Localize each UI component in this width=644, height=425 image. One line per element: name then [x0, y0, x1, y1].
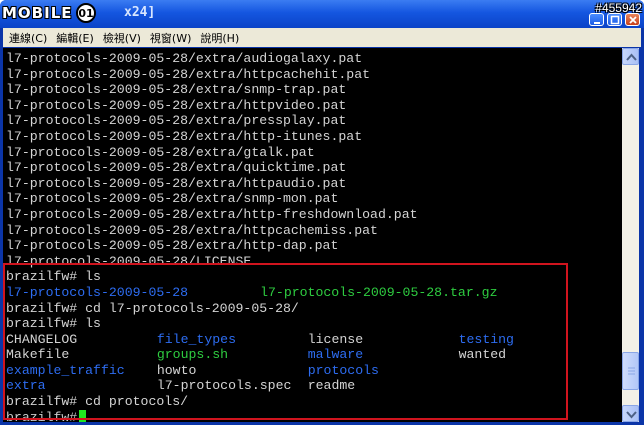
terminal-line-text: l7-protocols-2009-05-28/extra/gtalk.pat — [6, 144, 315, 160]
menu-connection[interactable]: 連線(C) — [9, 30, 47, 46]
arrow-up-icon — [626, 53, 637, 61]
terminal-line: l7-protocols-2009-05-28/extra/httpaudio.… — [6, 176, 622, 192]
terminal-line-text: brazilfw# ls — [6, 316, 101, 332]
terminal-line: brazilfw# ls — [6, 316, 622, 332]
terminal-line-text: brazilfw# ls — [6, 269, 101, 285]
terminal-line: Makefile groups.sh malware wanted — [6, 347, 622, 363]
logo-text: MOBILE — [2, 4, 73, 22]
terminal-lines: l7-protocols-2009-05-28/extra/audiogalax… — [6, 51, 622, 410]
terminal-line-text: l7-protocols-2009-05-28/extra/httpcacheh… — [6, 66, 371, 82]
terminal-line: l7-protocols-2009-05-28/extra/pressplay.… — [6, 113, 622, 129]
terminal-line: l7-protocols-2009-05-28/extra/http-dap.p… — [6, 238, 622, 254]
close-button[interactable] — [625, 13, 640, 26]
terminal-line-text: brazilfw# cd l7-protocols-2009-05-28/ — [6, 300, 299, 316]
terminal-line: l7-protocols-2009-05-28/extra/http-fresh… — [6, 207, 622, 223]
terminal-line-text: l7-protocols-2009-05-28/extra/snmp-trap.… — [6, 82, 347, 98]
terminal-column-entry: groups.sh — [156, 347, 229, 363]
window-controls — [589, 13, 640, 26]
terminal-line-text: l7-protocols-2009-05-28/extra/httpcachem… — [6, 222, 378, 238]
title-bar[interactable]: MOBILE 01 x24] #455942 — [0, 0, 644, 28]
scroll-thumb[interactable] — [622, 352, 639, 390]
minimize-icon — [594, 22, 600, 24]
terminal-line-text: l7-protocols-2009-05-28 — [6, 284, 189, 300]
terminal-column-entry: malware — [307, 347, 364, 363]
terminal-window: MOBILE 01 x24] #455942 連線(C) 編輯(E) 檢視(V)… — [0, 0, 644, 425]
terminal-column-entry: l7-protocols.spec — [156, 378, 292, 394]
terminal-line: brazilfw# ls — [6, 269, 622, 285]
terminal-column-entry: readme — [307, 378, 356, 394]
vertical-scrollbar[interactable] — [622, 48, 639, 422]
mobile01-logo: MOBILE 01 — [2, 1, 124, 25]
terminal-line: l7-protocols-2009-05-28/extra/http-itune… — [6, 129, 622, 145]
terminal-column-entry: file_types — [156, 331, 236, 347]
scroll-down-button[interactable] — [622, 405, 639, 422]
terminal-line: CHANGELOG file_types license testing — [6, 332, 622, 348]
terminal-line-text: Makefile — [6, 347, 70, 363]
menu-bar: 連線(C) 編輯(E) 檢視(V) 視窗(W) 說明(H) — [3, 28, 641, 47]
terminal-line-text: l7-protocols-2009-05-28/extra/httpaudio.… — [6, 175, 347, 191]
svg-text:01: 01 — [78, 7, 93, 20]
maximize-icon — [610, 15, 620, 25]
arrow-down-icon — [626, 411, 637, 419]
terminal-line: l7-protocols-2009-05-28/extra/snmp-mon.p… — [6, 191, 622, 207]
logo-mark-icon: 01 — [75, 3, 96, 23]
terminal-column-entry: protocols — [307, 362, 379, 378]
terminal-line-text: l7-protocols-2009-05-28/extra/pressplay.… — [6, 113, 347, 129]
terminal-line: l7-protocols-2009-05-28/LICENSE — [6, 254, 622, 270]
terminal-line: l7-protocols-2009-05-28/extra/quicktime.… — [6, 160, 622, 176]
terminal-line-text: l7-protocols-2009-05-28/extra/quicktime.… — [6, 160, 347, 176]
terminal-line-text: extra — [6, 378, 46, 394]
terminal-line-text: example_traffic — [6, 362, 125, 378]
terminal-line: l7-protocols-2009-05-28/extra/audiogalax… — [6, 51, 622, 67]
terminal-output[interactable]: l7-protocols-2009-05-28/extra/audiogalax… — [3, 48, 622, 422]
terminal-line-text: l7-protocols-2009-05-28/LICENSE — [6, 253, 252, 269]
grip-icon — [628, 367, 635, 375]
terminal-line: l7-protocols-2009-05-28 l7-protocols-2009… — [6, 285, 622, 301]
terminal-line: l7-protocols-2009-05-28/extra/gtalk.pat — [6, 145, 622, 161]
scroll-up-button[interactable] — [622, 48, 639, 65]
terminal-line-text: l7-protocols-2009-05-28/extra/audiogalax… — [6, 51, 363, 66]
terminal-prompt: brazilfw# — [6, 409, 78, 422]
terminal-line-text: l7-protocols-2009-05-28/extra/http-fresh… — [6, 206, 418, 222]
minimize-button[interactable] — [589, 13, 604, 26]
terminal-column-entry: howto — [156, 362, 197, 378]
terminal-line-text: l7-protocols-2009-05-28/extra/httpvideo.… — [6, 97, 347, 113]
terminal-column-entry: license — [307, 331, 364, 347]
terminal-prompt-line: brazilfw# — [6, 409, 622, 422]
terminal-line-text: l7-protocols-2009-05-28/extra/snmp-mon.p… — [6, 191, 339, 207]
terminal-line: l7-protocols-2009-05-28/extra/httpcachem… — [6, 223, 622, 239]
menu-help[interactable]: 說明(H) — [200, 30, 239, 46]
terminal-column-entry: l7-protocols-2009-05-28.tar.gz — [260, 284, 498, 300]
window-title: x24] — [124, 5, 156, 20]
terminal-line: l7-protocols-2009-05-28/extra/httpcacheh… — [6, 67, 622, 83]
terminal-line-text: l7-protocols-2009-05-28/extra/http-dap.p… — [6, 238, 339, 254]
terminal-column-entry: wanted — [458, 347, 507, 363]
terminal-line: brazilfw# cd protocols/ — [6, 394, 622, 410]
close-icon — [629, 16, 637, 24]
terminal-line: brazilfw# cd l7-protocols-2009-05-28/ — [6, 301, 622, 317]
terminal-line-text: brazilfw# cd protocols/ — [6, 394, 189, 410]
terminal-line: l7-protocols-2009-05-28/extra/httpvideo.… — [6, 98, 622, 114]
terminal-line-text: l7-protocols-2009-05-28/extra/http-itune… — [6, 128, 363, 144]
menu-edit[interactable]: 編輯(E) — [56, 30, 94, 46]
terminal-line: l7-protocols-2009-05-28/extra/snmp-trap.… — [6, 82, 622, 98]
menu-view[interactable]: 檢視(V) — [103, 30, 141, 46]
maximize-button[interactable] — [607, 13, 622, 26]
text-cursor — [79, 409, 87, 422]
terminal-column-entry: testing — [458, 331, 514, 347]
terminal-line: extra l7-protocols.spec readme — [6, 378, 622, 394]
terminal-line: example_traffic howto protocols — [6, 363, 622, 379]
terminal-line-text: CHANGELOG — [6, 331, 78, 347]
menu-window[interactable]: 視窗(W) — [150, 30, 191, 46]
